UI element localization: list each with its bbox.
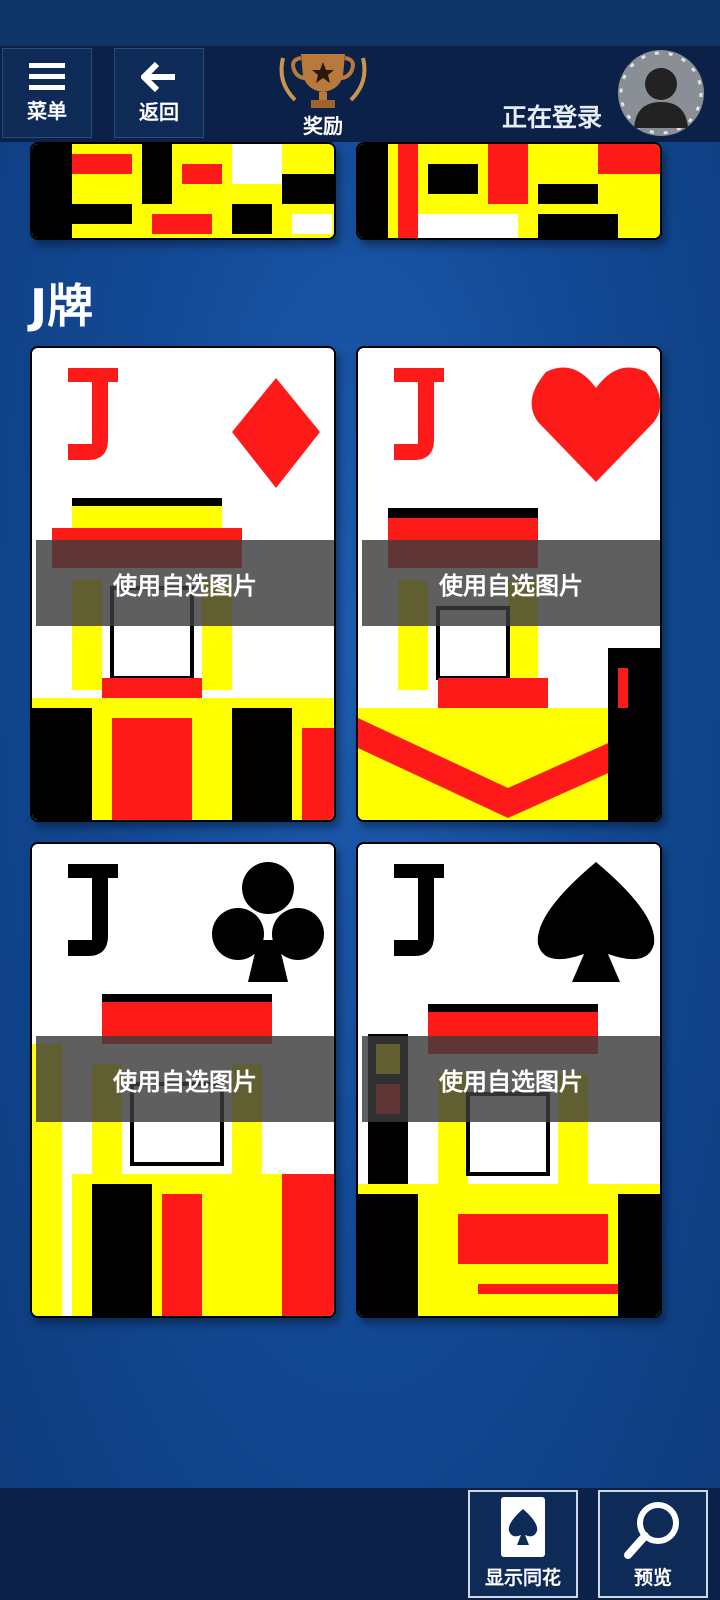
card-art [358, 144, 660, 238]
use-custom-image-overlay[interactable]: 使用自选图片 [362, 540, 660, 626]
jack-of-clubs-card[interactable]: 使用自选图片 [30, 842, 336, 1318]
spade-card-icon [501, 1497, 545, 1557]
card-art [32, 144, 334, 238]
bottom-bar: 显示同花 预览 [0, 1488, 720, 1600]
status-bar [0, 0, 720, 46]
show-suit-button[interactable]: 显示同花 [468, 1490, 578, 1598]
back-label: 返回 [139, 99, 179, 124]
trophy-icon [279, 54, 367, 108]
rewards-button[interactable]: 奖励 [268, 48, 378, 140]
back-arrow-icon [141, 61, 175, 92]
queen-card-partial-2[interactable] [356, 142, 662, 240]
use-custom-image-overlay[interactable]: 使用自选图片 [362, 1036, 660, 1122]
jack-of-diamonds-card[interactable]: 使用自选图片 [30, 346, 336, 822]
user-icon [619, 51, 703, 135]
menu-label: 菜单 [27, 98, 67, 123]
preview-label: 预览 [633, 1567, 672, 1589]
login-status: 正在登录 [501, 103, 602, 132]
hamburger-icon [29, 62, 65, 90]
back-button[interactable]: 返回 [114, 48, 204, 138]
menu-button[interactable]: 菜单 [2, 48, 92, 138]
show-suit-label: 显示同花 [484, 1567, 561, 1589]
use-custom-image-overlay[interactable]: 使用自选图片 [36, 540, 334, 626]
preview-button[interactable]: 预览 [598, 1490, 708, 1598]
jack-of-spades-card[interactable]: 使用自选图片 [356, 842, 662, 1318]
jack-of-hearts-card[interactable]: 使用自选图片 [356, 346, 662, 822]
avatar[interactable] [618, 50, 704, 136]
rewards-label: 奖励 [303, 114, 343, 138]
use-custom-image-overlay[interactable]: 使用自选图片 [36, 1036, 334, 1122]
section-title: J牌 [30, 279, 94, 333]
magnifier-icon [624, 1502, 679, 1559]
queen-card-partial-1[interactable] [30, 142, 336, 240]
top-bar: 菜单 返回 奖励 正在登录 [0, 46, 720, 142]
